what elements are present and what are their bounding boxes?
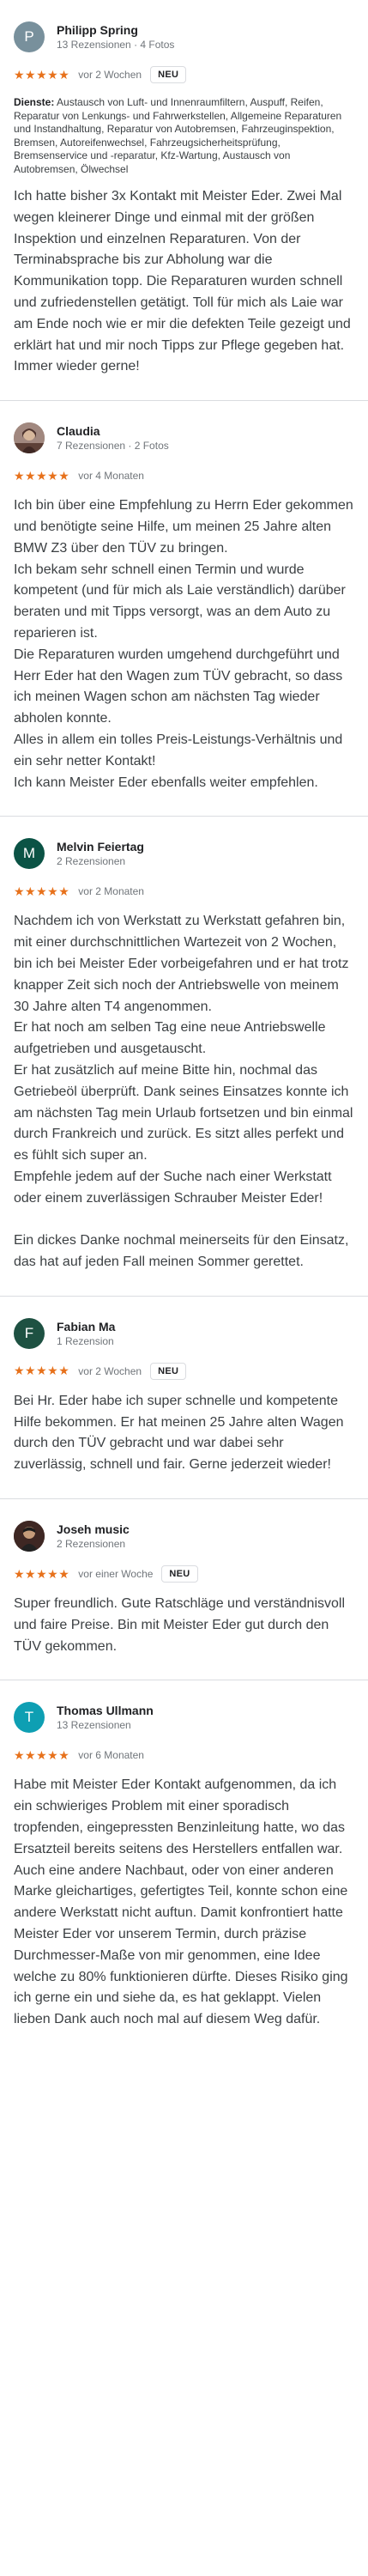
reviewer-meta: 2 Rezensionen — [57, 855, 126, 868]
star-rating-icon: ★★★★★ — [14, 468, 70, 483]
star-rating-icon: ★★★★★ — [14, 1364, 70, 1378]
reviewer-name[interactable]: Thomas Ullmann — [57, 1703, 154, 1718]
review-date: vor 4 Monaten — [78, 470, 144, 483]
services-list: Dienste: Austausch von Luft- und Innenra… — [14, 96, 354, 176]
rating-row: ★★★★★ vor 2 Wochen NEU — [14, 65, 354, 84]
reviewer-meta: 2 Rezensionen — [57, 1538, 126, 1551]
rating-row: ★★★★★ vor 4 Monaten — [14, 466, 354, 485]
review-date: vor einer Woche — [78, 1568, 154, 1581]
reviewer-meta: 13 Rezensionen — [57, 1719, 131, 1732]
avatar[interactable]: P — [14, 21, 45, 52]
review-header: F Fabian Ma 1 Rezension — [14, 1315, 354, 1352]
services-text: Austausch von Luft- und Innenraumfiltern… — [14, 96, 342, 175]
reviewer-meta: 1 Rezension — [57, 1334, 114, 1347]
star-rating-icon: ★★★★★ — [14, 884, 70, 898]
reviewer-meta: 13 Rezensionen · 4 Fotos — [57, 39, 175, 51]
profile-photo-icon — [14, 422, 45, 454]
avatar[interactable]: T — [14, 1702, 45, 1734]
reviewer-name[interactable]: Melvin Feiertag — [57, 839, 144, 854]
new-badge: NEU — [161, 1565, 198, 1583]
new-badge: NEU — [150, 66, 187, 83]
avatar[interactable]: F — [14, 1317, 45, 1349]
reviewer-name[interactable]: Fabian Ma — [57, 1319, 115, 1334]
review-header: Claudia 7 Rezensionen · 2 Fotos — [14, 420, 354, 456]
review-header: T Thomas Ullmann 13 Rezensionen — [14, 1699, 354, 1735]
review-header: Joseh music 2 Rezensionen — [14, 1518, 354, 1554]
review-header: M Melvin Feiertag 2 Rezensionen — [14, 835, 354, 872]
review-text: Nachdem ich von Werkstatt zu Werkstatt g… — [14, 914, 353, 1270]
review-card: Joseh music 2 Rezensionen ★★★★★ vor eine… — [0, 1499, 368, 1681]
reviewer-name[interactable]: Joseh music — [57, 1522, 130, 1537]
rating-row: ★★★★★ vor 2 Monaten — [14, 882, 354, 901]
review-card: F Fabian Ma 1 Rezension ★★★★★ vor 2 Woch… — [0, 1297, 368, 1500]
review-header: P Philipp Spring 13 Rezensionen · 4 Foto… — [14, 19, 354, 55]
star-rating-icon: ★★★★★ — [14, 67, 70, 82]
review-text: Ich hatte bisher 3x Kontakt mit Meister … — [14, 189, 351, 374]
reviewer-name[interactable]: Philipp Spring — [57, 22, 174, 38]
reviewer-name[interactable]: Claudia — [57, 423, 169, 439]
rating-row: ★★★★★ vor 2 Wochen NEU — [14, 1362, 354, 1381]
review-card: Claudia 7 Rezensionen · 2 Fotos ★★★★★ vo… — [0, 401, 368, 817]
review-card: M Melvin Feiertag 2 Rezensionen ★★★★★ vo… — [0, 817, 368, 1297]
services-label: Dienste: — [14, 96, 55, 108]
profile-photo-icon — [14, 1521, 45, 1552]
review-card: P Philipp Spring 13 Rezensionen · 4 Foto… — [0, 0, 368, 402]
avatar[interactable] — [14, 1521, 45, 1552]
new-badge: NEU — [150, 1362, 187, 1380]
rating-row: ★★★★★ vor 6 Monaten — [14, 1746, 354, 1765]
review-date: vor 2 Monaten — [78, 885, 144, 898]
review-card: T Thomas Ullmann 13 Rezensionen ★★★★★ vo… — [0, 1680, 368, 2053]
reviews-page: P Philipp Spring 13 Rezensionen · 4 Foto… — [0, 0, 368, 2576]
review-text: Habe mit Meister Eder Kontakt aufgenomme… — [14, 1777, 348, 2027]
review-date: vor 2 Wochen — [78, 1364, 142, 1377]
review-text: Super freundlich. Gute Ratschläge und ve… — [14, 1596, 345, 1654]
review-date: vor 6 Monaten — [78, 1749, 144, 1762]
rating-row: ★★★★★ vor einer Woche NEU — [14, 1564, 354, 1583]
star-rating-icon: ★★★★★ — [14, 1747, 70, 1762]
avatar[interactable] — [14, 422, 45, 454]
star-rating-icon: ★★★★★ — [14, 1566, 70, 1581]
review-text: Bei Hr. Eder habe ich super schnelle und… — [14, 1393, 344, 1473]
reviewer-meta: 7 Rezensionen · 2 Fotos — [57, 440, 169, 453]
avatar[interactable]: M — [14, 838, 45, 870]
review-date: vor 2 Wochen — [78, 69, 142, 81]
review-text: Ich bin über eine Empfehlung zu Herrn Ed… — [14, 498, 353, 790]
